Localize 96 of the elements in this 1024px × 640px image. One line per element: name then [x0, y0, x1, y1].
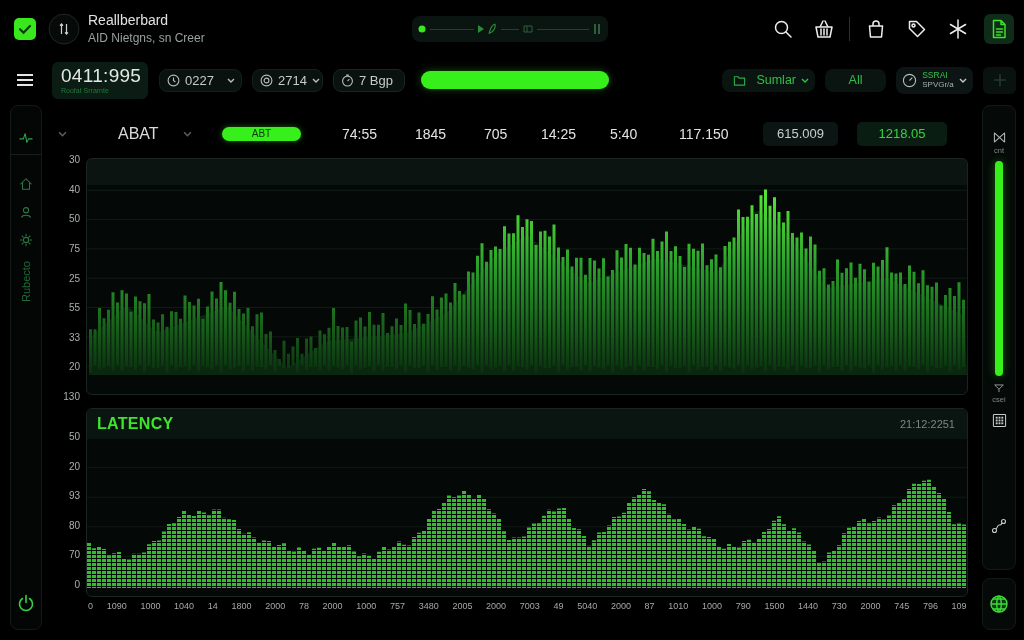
timestamp: 21:12:2251: [899, 418, 955, 430]
axis-label: 49: [553, 601, 564, 611]
search-icon: [773, 19, 793, 39]
stat-value: 74:55: [342, 126, 379, 142]
plus-icon: [992, 73, 1007, 87]
axis-label: 5040: [577, 601, 598, 611]
value-chip: 1218.05: [857, 122, 947, 146]
axis-label: 796: [922, 601, 938, 611]
globe-icon[interactable]: [989, 594, 1009, 614]
filter-dropdown[interactable]: 2714: [252, 68, 323, 92]
axis-label: 1500: [764, 601, 785, 611]
asterisk-icon: [948, 19, 968, 39]
filter-dropdown[interactable]: 0227: [159, 68, 242, 92]
power-icon[interactable]: [17, 594, 35, 612]
bowtie-icon[interactable]: [992, 131, 1006, 144]
axis-label: 93: [68, 490, 80, 503]
value-chip: 615.009: [763, 122, 838, 146]
axis-label: 1440: [798, 601, 819, 611]
sun-icon[interactable]: [19, 233, 33, 247]
axis-label: 3480: [418, 601, 439, 611]
axis-label: 2000: [322, 601, 343, 611]
axis-label: 7003: [519, 601, 540, 611]
axis-label: 20: [68, 460, 80, 473]
axis-label: 0: [74, 578, 80, 591]
chevron-icon[interactable]: [58, 131, 67, 137]
axis-label: 1010: [668, 601, 689, 611]
route-icon[interactable]: [991, 518, 1007, 534]
axis-label: 87: [644, 601, 655, 611]
folder-icon: [733, 73, 746, 87]
leaf-icon: [488, 23, 497, 35]
axis-label: 33: [68, 331, 80, 344]
stat-value: 1845: [415, 126, 448, 142]
axis-label: 40: [68, 183, 80, 196]
person-icon[interactable]: [19, 205, 33, 219]
axis-label: 790: [735, 601, 751, 611]
status-badge: ABT: [222, 127, 301, 141]
app-title: Reallberbard: [88, 11, 169, 28]
axis-label: 55: [68, 302, 80, 315]
axis-label: 1000: [702, 601, 722, 611]
axis-label: 2000: [610, 601, 631, 611]
pulse-icon[interactable]: [19, 131, 33, 145]
clock-icon: [167, 73, 180, 87]
axis-label: 50: [68, 213, 80, 226]
pause-icon[interactable]: [593, 24, 601, 34]
caret-icon[interactable]: [183, 131, 192, 137]
target-icon: [260, 73, 273, 87]
stat-value: 117.150: [679, 126, 730, 142]
keypad-icon[interactable]: [991, 413, 1007, 428]
axis-label: 0: [88, 601, 93, 611]
app-subtitle: AID Nietgns, sn Creer: [88, 30, 205, 45]
row-label: ABAT: [118, 125, 160, 143]
axis-label: 1000: [140, 601, 161, 611]
axis-label: 78: [298, 601, 309, 611]
axis-label: 20: [68, 361, 80, 374]
panel-title: LATENCY: [97, 415, 174, 433]
axis-label: 25: [68, 272, 80, 285]
axis-label: 2000: [860, 601, 881, 611]
axis-label: 14: [207, 601, 218, 611]
axis-label: 50: [68, 431, 80, 443]
stat-value: 705: [484, 126, 509, 142]
axis-label: 30: [68, 154, 80, 166]
axis-label: 109: [951, 601, 967, 611]
view-dropdown[interactable]: All: [825, 68, 886, 92]
stat-value: 5:40: [610, 126, 639, 142]
view-dropdown[interactable]: Sumlar: [722, 68, 815, 92]
home-icon[interactable]: [19, 177, 33, 191]
axis-label: 70: [68, 549, 80, 562]
timer-icon: [341, 73, 354, 87]
bag-icon: [866, 19, 886, 39]
axis-label: 2000: [486, 601, 507, 611]
filter-dropdown[interactable]: 7 Bgp: [333, 68, 405, 92]
axis-label: 1800: [231, 601, 252, 611]
check-icon: [14, 18, 36, 40]
sidebar-label: Rubecto: [20, 261, 32, 302]
axis-label: 2005: [452, 601, 473, 611]
play-icon[interactable]: [478, 25, 484, 33]
stat-value: 14:25: [541, 126, 578, 142]
axis-label: 745: [894, 601, 910, 611]
axis-label: 75: [68, 242, 80, 255]
basket-icon: [814, 19, 834, 39]
tag-icon: [907, 19, 927, 39]
axis-label: 1090: [106, 601, 127, 611]
axis-label: 130: [63, 391, 80, 403]
axis-label: 2000: [265, 601, 286, 611]
axis-label: 80: [68, 519, 80, 532]
axis-label: 1040: [174, 601, 195, 611]
dial-icon: [902, 72, 918, 88]
view-dropdown[interactable]: SSRAI SPVGr/a: [896, 66, 973, 94]
axis-label: 730: [831, 601, 847, 611]
axis-label: 757: [390, 601, 405, 611]
funnel-icon[interactable]: [994, 384, 1004, 393]
playhead-icon[interactable]: [418, 25, 426, 33]
document-button[interactable]: [984, 14, 1014, 44]
readout-value: 0411:995: [61, 65, 142, 86]
sort-arrows-icon[interactable]: [48, 13, 80, 45]
axis-label: 1000: [356, 601, 377, 611]
